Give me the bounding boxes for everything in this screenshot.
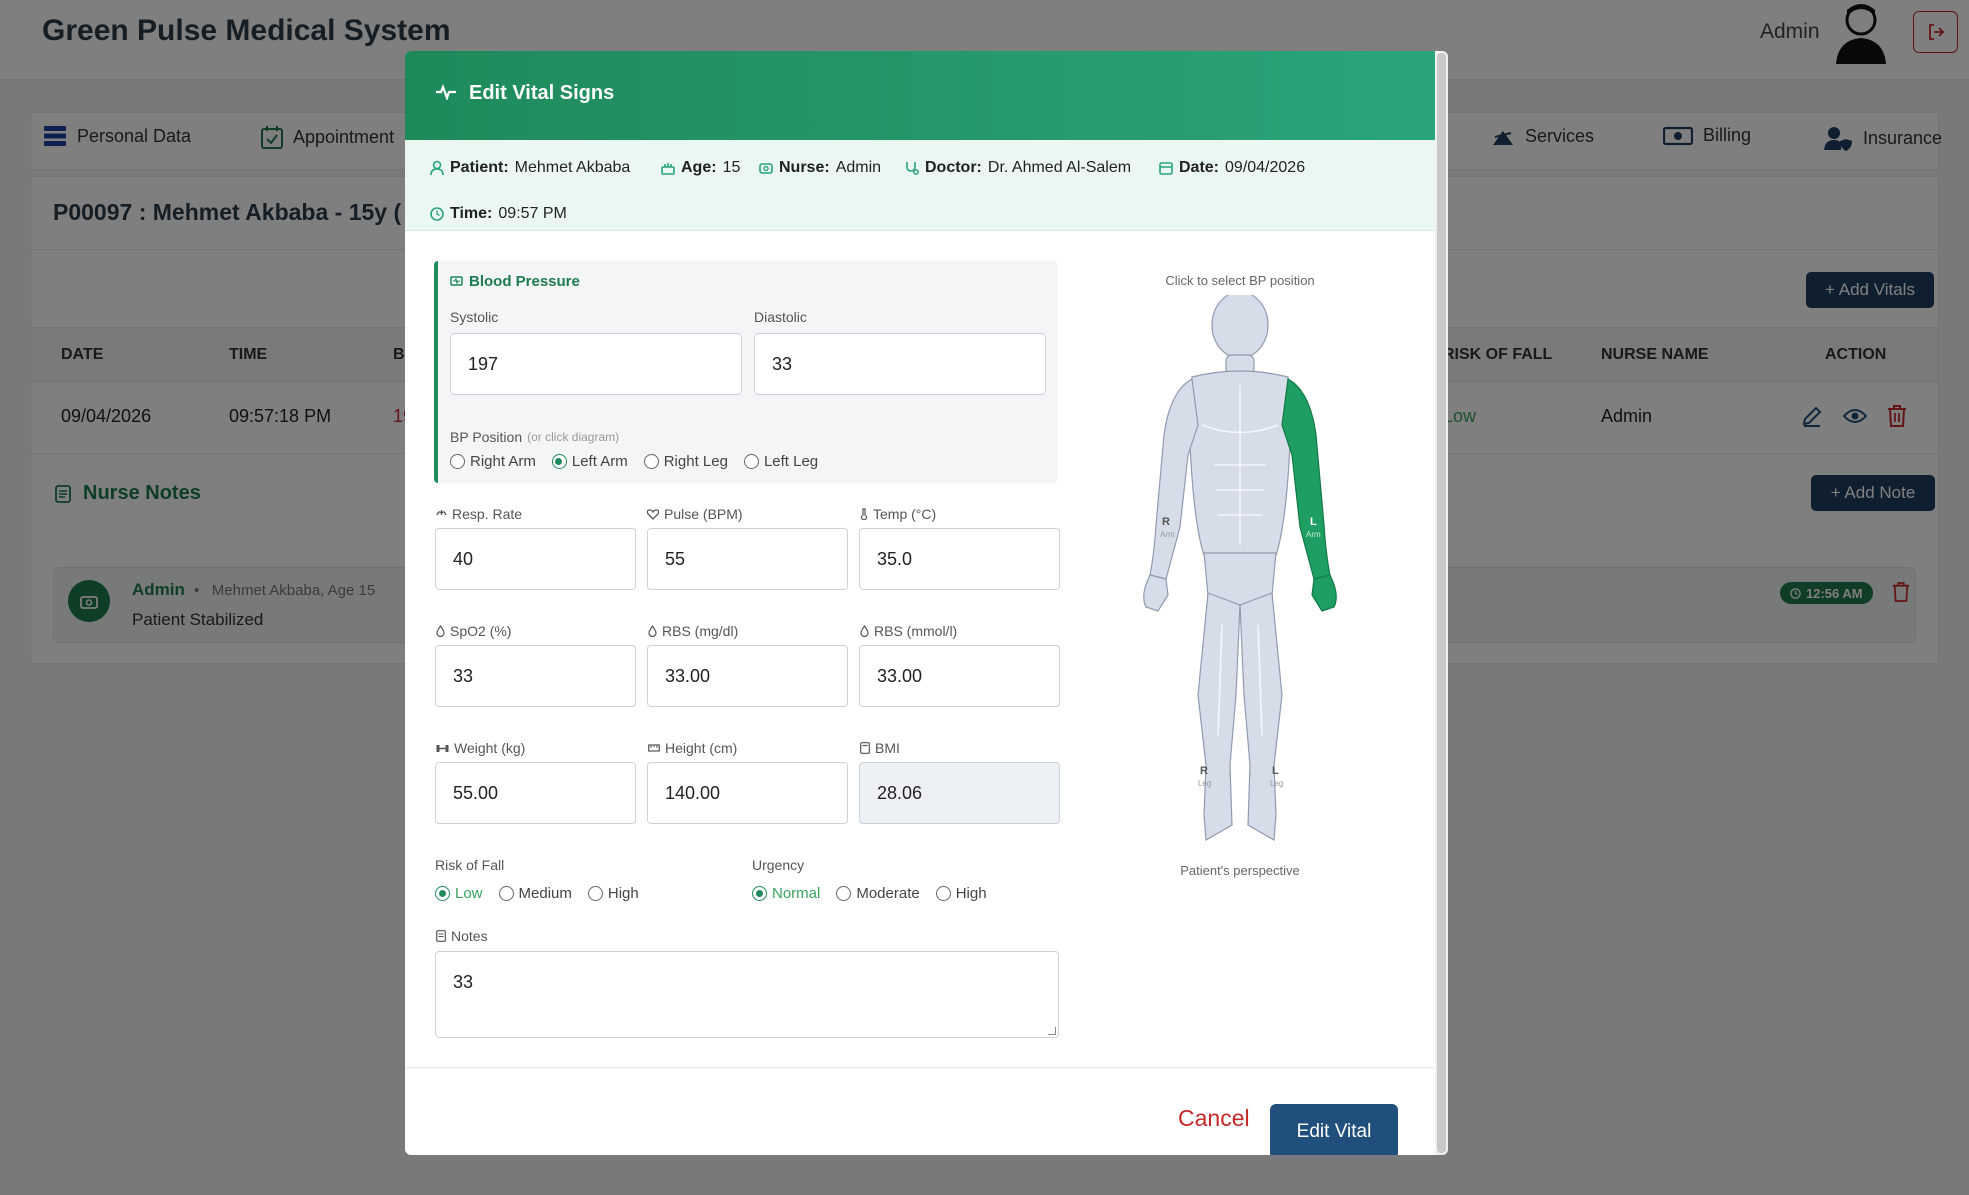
spo2-label: SpO2 (%) [436,623,511,639]
diastolic-input[interactable]: 33 [754,333,1046,395]
radio-urgency-normal[interactable]: Normal [752,885,820,902]
info-age: Age: 15 [661,159,740,177]
resize-handle[interactable] [1048,1027,1056,1035]
temp-input[interactable]: 35.0 [859,528,1060,590]
pulse-input[interactable]: 55 [647,528,848,590]
monitor-icon [450,275,463,286]
bp-position-radios: Right Arm Left Arm Right Leg Left Leg [450,453,834,470]
diagram-caption-bottom: Patient's perspective [1180,863,1300,878]
radio-left-leg[interactable]: Left Leg [743,453,818,470]
left-arm-region[interactable] [1281,378,1331,580]
info-patient: Patient: Mehmet Akbaba [430,159,630,177]
systolic-input[interactable]: 197 [450,333,742,395]
height-input[interactable]: 140.00 [647,762,848,824]
radio-right-leg[interactable]: Right Leg [643,453,728,470]
head-region [1211,295,1269,359]
risk-of-fall-radios: Low Medium High [435,885,655,902]
info-date: Date: 09/04/2026 [1159,159,1305,177]
temp-label: Temp (°C) [860,506,936,522]
drop-icon [860,625,869,637]
info-nurse: Nurse: Admin [759,159,881,177]
pulse-label: Pulse (BPM) [647,506,743,522]
drop-icon [648,625,657,637]
divider [405,1067,1435,1068]
systolic-label: Systolic [450,309,499,325]
stethoscope-icon [906,161,919,175]
heart-icon [647,508,659,520]
thermometer-icon [860,508,868,520]
modal-scrollbar[interactable] [1435,51,1448,1155]
risk-of-fall-label: Risk of Fall [435,857,505,873]
heartbeat-icon [436,84,456,100]
rbs-mg-label: RBS (mg/dl) [648,623,738,639]
cancel-button[interactable]: Cancel [1178,1105,1250,1132]
rbs-mg-input[interactable]: 33.00 [647,645,848,707]
height-label: Height (cm) [648,740,737,756]
lungs-icon [436,509,447,515]
modal-title: Edit Vital Signs [469,82,615,104]
diagram-leg-text: Leg [1198,779,1211,788]
urgency-label: Urgency [752,857,805,873]
info-time: Time: 09:57 PM [430,205,567,223]
diagram-l-arm: L [1310,516,1317,528]
resp-rate-label: Resp. Rate [436,506,522,522]
drop-icon [436,625,445,637]
cake-icon [661,163,675,175]
blood-pressure-section: Blood Pressure Systolic 197 Diastolic 33… [434,261,1058,483]
rbs-mmol-label: RBS (mmol/l) [860,623,957,639]
left-hand-region [1311,574,1337,612]
notes-value: 33 [453,972,474,992]
scroll-thumb[interactable] [1437,53,1446,1153]
right-hand-region [1143,574,1169,612]
radio-urgency-high[interactable]: High [935,885,987,902]
edit-vitals-modal: Edit Vital Signs Patient: Mehmet Akbaba A… [405,51,1448,1155]
calculator-icon [860,742,870,754]
notes-textarea[interactable]: 33 [435,951,1059,1038]
resp-rate-input[interactable]: 40 [435,528,636,590]
diagram-r-leg: R [1200,765,1208,777]
bmi-input: 28.06 [859,762,1060,824]
diagram-l-leg: L [1272,765,1279,777]
calendar-icon [1159,162,1173,175]
urgency-radios: Normal Moderate High [752,885,1003,902]
diagram-r-arm: R [1162,516,1170,528]
body-diagram[interactable]: R Arm L Arm R Leg L Leg [1140,295,1340,860]
diagram-arm-text: Arm [1160,530,1175,539]
radio-urgency-moderate[interactable]: Moderate [836,885,920,902]
diagram-arm-text: Arm [1306,530,1321,539]
radio-risk-medium[interactable]: Medium [498,885,572,902]
user-icon [430,160,444,176]
weight-label: Weight (kg) [436,740,525,756]
radio-risk-low[interactable]: Low [435,885,483,902]
bp-title: Blood Pressure [450,273,580,290]
radio-risk-high[interactable]: High [587,885,639,902]
edit-vital-button[interactable]: Edit Vital [1270,1104,1398,1155]
bp-position-label: BP Position (or click diagram) [450,429,620,445]
nurse-icon [759,163,773,174]
weight-input[interactable]: 55.00 [435,762,636,824]
patient-info-bar: Patient: Mehmet Akbaba Age: 15 Nurse: Admin… [405,140,1435,231]
right-arm-region[interactable] [1149,378,1199,580]
radio-right-arm[interactable]: Right Arm [450,453,536,470]
modal-header: Edit Vital Signs [405,51,1435,140]
info-doctor: Doctor: Dr. Ahmed Al-Salem [905,159,1131,177]
ruler-icon [648,744,660,752]
note-icon [436,930,446,942]
diagram-leg-text: Leg [1270,779,1283,788]
diastolic-label: Diastolic [754,309,807,325]
bmi-label: BMI [860,740,900,756]
notes-label: Notes [436,928,488,944]
rbs-mmol-input[interactable]: 33.00 [859,645,1060,707]
clock-icon [430,207,444,221]
dumbbell-icon [436,744,449,752]
spo2-input[interactable]: 33 [435,645,636,707]
diagram-caption-top: Click to select BP position [1165,273,1315,288]
radio-left-arm[interactable]: Left Arm [551,453,628,470]
